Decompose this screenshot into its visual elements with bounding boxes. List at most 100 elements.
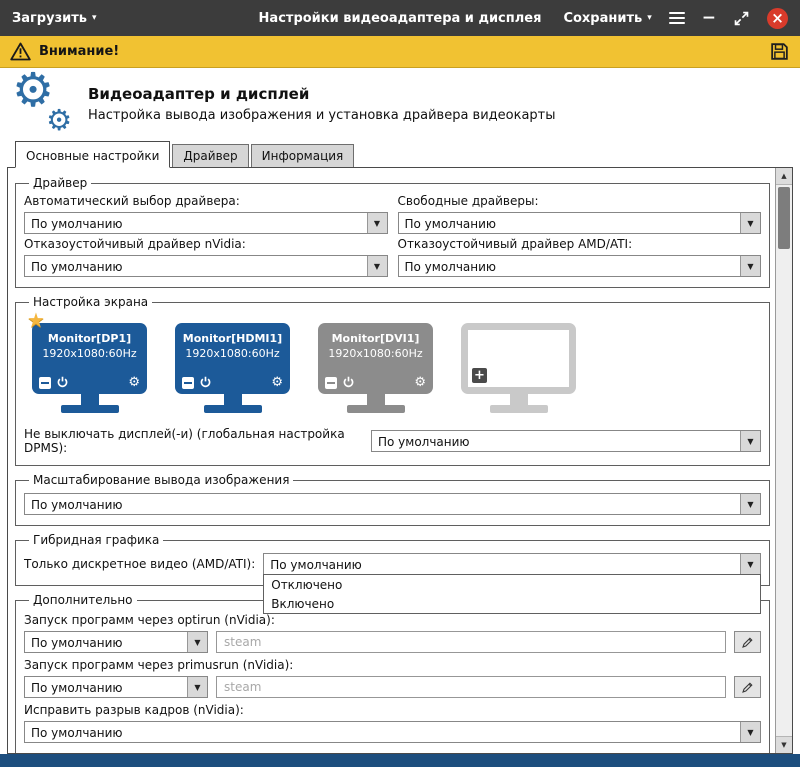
monitor-dvi1[interactable]: Monitor[DVI1] 1920x1080:60Hz: [318, 323, 433, 413]
close-button[interactable]: ×: [767, 8, 788, 29]
app-window: Загрузить ▾ Настройки видеоадаптера и ди…: [0, 0, 800, 767]
vertical-scrollbar[interactable]: ▲ ▼: [775, 168, 792, 753]
maximize-button[interactable]: [733, 10, 750, 27]
optirun-command-input[interactable]: [216, 631, 726, 653]
warning-label: Внимание!: [39, 44, 119, 59]
tab-information[interactable]: Информация: [251, 144, 355, 167]
monitor-list: ★ Monitor[DP1] 1920x1080:60Hz: [24, 310, 761, 415]
driver-fieldset: Драйвер Автоматический выбор драйвера: П…: [15, 176, 770, 288]
select-value: По умолчанию: [25, 494, 740, 514]
chevron-down-icon[interactable]: ▼: [740, 431, 760, 451]
tab-driver[interactable]: Драйвер: [172, 144, 248, 167]
disable-monitor-icon[interactable]: [182, 377, 194, 389]
chevron-down-icon: ▾: [92, 14, 97, 23]
chevron-down-icon[interactable]: ▼: [740, 256, 760, 276]
save-menu-button[interactable]: Сохранить ▾: [563, 11, 651, 26]
select-value: По умолчанию: [264, 554, 740, 574]
minimize-button[interactable]: −: [702, 10, 716, 27]
titlebar: Загрузить ▾ Настройки видеоадаптера и ди…: [0, 0, 800, 36]
optirun-label: Запуск программ через optirun (nVidia):: [24, 613, 761, 627]
option-enabled[interactable]: Включено: [264, 594, 760, 613]
primusrun-label: Запуск программ через primusrun (nVidia)…: [24, 658, 761, 672]
monitor-resolution: 1920x1080:60Hz: [32, 347, 147, 360]
disable-monitor-icon[interactable]: [325, 377, 337, 389]
warning-bar: Внимание!: [0, 36, 800, 68]
discrete-video-combo: По умолчанию ▼ Отключено Включено: [263, 553, 761, 575]
add-monitor-icon[interactable]: +: [472, 368, 487, 383]
screen-legend: Настройка экрана: [29, 295, 152, 309]
chevron-down-icon[interactable]: ▼: [740, 494, 760, 514]
module-subtitle: Настройка вывода изображения и установка…: [88, 108, 556, 123]
chevron-down-icon[interactable]: ▼: [187, 632, 207, 652]
tearing-label: Исправить разрыв кадров (nVidia):: [24, 703, 761, 717]
select-value: По умолчанию: [25, 632, 187, 652]
additional-fieldset: Дополнительно Запуск программ через opti…: [15, 593, 770, 753]
select-value: По умолчанию: [399, 256, 741, 276]
select-value: По умолчанию: [25, 677, 187, 697]
scroll-down-button[interactable]: ▼: [776, 736, 792, 753]
discrete-video-select[interactable]: По умолчанию ▼: [263, 553, 761, 575]
select-value: По умолчанию: [25, 213, 367, 233]
chevron-down-icon: ▾: [647, 14, 652, 23]
scrollbar-thumb[interactable]: [778, 187, 790, 249]
load-menu-label: Загрузить: [12, 11, 87, 26]
failsafe-nvidia-select[interactable]: По умолчанию ▼: [24, 255, 388, 277]
primusrun-command-input[interactable]: [216, 676, 726, 698]
tab-main-settings[interactable]: Основные настройки: [15, 141, 170, 168]
driver-legend: Драйвер: [29, 176, 91, 190]
select-value: По умолчанию: [25, 722, 740, 742]
select-value: По умолчанию: [372, 431, 740, 451]
warning-icon: [10, 42, 31, 61]
failsafe-nvidia-label: Отказоустойчивый драйвер nVidia:: [24, 237, 388, 251]
floppy-icon: [769, 41, 790, 62]
monitor-dp1[interactable]: ★ Monitor[DP1] 1920x1080:60Hz: [32, 323, 147, 413]
hybrid-legend: Гибридная графика: [29, 533, 163, 547]
chevron-down-icon[interactable]: ▼: [367, 256, 387, 276]
hamburger-icon: [669, 12, 685, 14]
chevron-down-icon[interactable]: ▼: [367, 213, 387, 233]
power-icon[interactable]: [56, 376, 69, 389]
scaling-select[interactable]: По умолчанию ▼: [24, 493, 761, 515]
monitor-resolution: 1920x1080:60Hz: [175, 347, 290, 360]
save-file-button[interactable]: [769, 41, 790, 62]
monitor-name: Monitor[DVI1]: [318, 332, 433, 345]
module-header-text: Видеоадаптер и дисплей Настройка вывода …: [88, 85, 556, 123]
monitor-settings-icon[interactable]: ⚙: [271, 376, 283, 389]
free-driver-select[interactable]: По умолчанию ▼: [398, 212, 762, 234]
monitor-settings-icon[interactable]: ⚙: [128, 376, 140, 389]
save-menu-label: Сохранить: [563, 11, 642, 26]
option-disabled[interactable]: Отключено: [264, 575, 760, 594]
chevron-down-icon[interactable]: ▼: [187, 677, 207, 697]
primusrun-edit-button[interactable]: [734, 676, 761, 698]
pencil-icon: [741, 681, 754, 694]
monitor-hdmi1[interactable]: Monitor[HDMI1] 1920x1080:60Hz: [175, 323, 290, 413]
tearing-select[interactable]: По умолчанию ▼: [24, 721, 761, 743]
chevron-down-icon[interactable]: ▼: [740, 722, 760, 742]
disable-monitor-icon[interactable]: [39, 377, 51, 389]
expand-icon: [733, 10, 750, 27]
optirun-select[interactable]: По умолчанию ▼: [24, 631, 208, 653]
chevron-down-icon[interactable]: ▼: [740, 554, 760, 574]
monitor-resolution: 1920x1080:60Hz: [318, 347, 433, 360]
primusrun-select[interactable]: По умолчанию ▼: [24, 676, 208, 698]
dpms-label: Не выключать дисплей(-и) (глобальная нас…: [24, 427, 363, 455]
load-menu-button[interactable]: Загрузить ▾: [12, 11, 97, 26]
scroll-up-button[interactable]: ▲: [776, 168, 792, 185]
hybrid-fieldset: Гибридная графика Только дискретное виде…: [15, 533, 770, 586]
power-icon[interactable]: [342, 376, 355, 389]
add-monitor[interactable]: +: [461, 323, 576, 413]
scrollbar-track[interactable]: [776, 185, 792, 736]
power-icon[interactable]: [199, 376, 212, 389]
failsafe-amd-select[interactable]: По умолчанию ▼: [398, 255, 762, 277]
chevron-down-icon[interactable]: ▼: [740, 213, 760, 233]
driver-grid: Автоматический выбор драйвера: По умолча…: [24, 191, 761, 277]
optirun-edit-button[interactable]: [734, 631, 761, 653]
menu-button[interactable]: [669, 12, 685, 24]
dpms-select[interactable]: По умолчанию ▼: [371, 430, 761, 452]
module-header: ⚙ ⚙ Видеоадаптер и дисплей Настройка выв…: [0, 68, 800, 140]
screen-fieldset: Настройка экрана ★ Monitor[DP1] 1920x108…: [15, 295, 770, 466]
auto-driver-select[interactable]: По умолчанию ▼: [24, 212, 388, 234]
monitor-settings-icon[interactable]: ⚙: [414, 376, 426, 389]
dpms-row: Не выключать дисплей(-и) (глобальная нас…: [24, 427, 761, 455]
select-value: По умолчанию: [25, 256, 367, 276]
